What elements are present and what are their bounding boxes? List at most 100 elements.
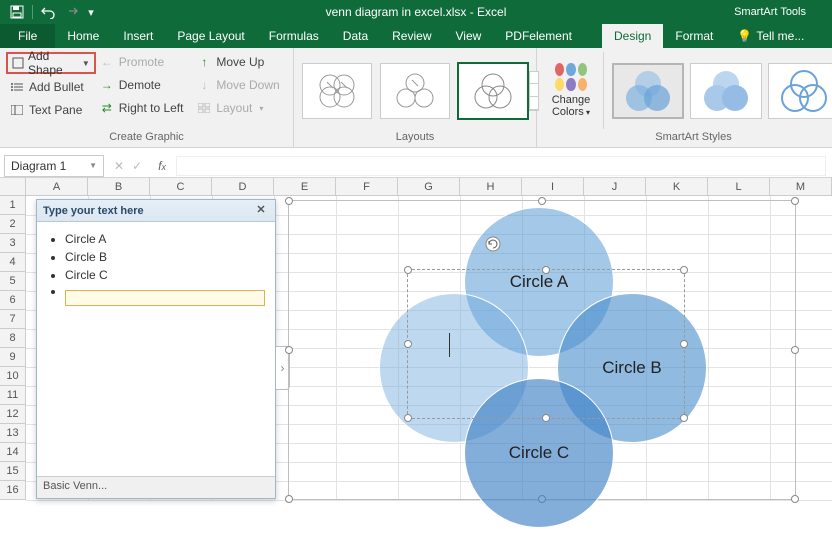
- col-header[interactable]: A: [26, 178, 88, 195]
- row-header[interactable]: 15: [0, 462, 26, 481]
- resize-handle[interactable]: [680, 414, 688, 422]
- row-header[interactable]: 6: [0, 291, 26, 310]
- row-header[interactable]: 11: [0, 386, 26, 405]
- row-header[interactable]: 13: [0, 424, 26, 443]
- row-header[interactable]: 1: [0, 196, 26, 215]
- row-header[interactable]: 9: [0, 348, 26, 367]
- col-header[interactable]: F: [336, 178, 398, 195]
- col-header[interactable]: D: [212, 178, 274, 195]
- resize-handle[interactable]: [542, 414, 550, 422]
- tab-design[interactable]: Design: [602, 24, 663, 48]
- cancel-icon[interactable]: ✕: [114, 159, 124, 173]
- layout-button[interactable]: Layout▾: [193, 98, 287, 118]
- row-header[interactable]: 14: [0, 443, 26, 462]
- style-option-2[interactable]: [690, 63, 762, 119]
- rotate-handle[interactable]: [484, 235, 502, 253]
- smartart-text-pane[interactable]: Type your text here ✕ Circle A Circle B …: [36, 199, 276, 499]
- add-shape-button[interactable]: Add Shape ▼: [6, 52, 96, 74]
- resize-handle[interactable]: [285, 197, 293, 205]
- layout-option-3[interactable]: [458, 63, 528, 119]
- fx-label[interactable]: fx: [158, 159, 166, 173]
- smartart-canvas[interactable]: Circle A Circle B Circle C: [288, 200, 796, 500]
- resize-handle[interactable]: [791, 197, 799, 205]
- move-down-button[interactable]: ↓Move Down: [193, 75, 287, 95]
- resize-handle[interactable]: [680, 340, 688, 348]
- row-header[interactable]: 5: [0, 272, 26, 291]
- right-to-left-button[interactable]: ⇄Right to Left: [96, 98, 194, 118]
- cells-area[interactable]: Type your text here ✕ Circle A Circle B …: [26, 196, 832, 500]
- tab-format[interactable]: Format: [663, 24, 725, 48]
- row-header[interactable]: 16: [0, 481, 26, 500]
- redo-button[interactable]: [61, 2, 83, 22]
- promote-button[interactable]: ←Promote: [96, 52, 194, 72]
- resize-handle[interactable]: [404, 340, 412, 348]
- col-header[interactable]: M: [770, 178, 832, 195]
- resize-handle[interactable]: [404, 414, 412, 422]
- resize-handle[interactable]: [542, 266, 550, 274]
- style-option-1[interactable]: [612, 63, 684, 119]
- layout-gallery-expand[interactable]: [529, 71, 539, 111]
- layout-option-2[interactable]: [380, 63, 450, 119]
- row-header[interactable]: 2: [0, 215, 26, 234]
- colors-icon: [555, 63, 587, 91]
- text-pane-item[interactable]: Circle C: [65, 266, 265, 284]
- title-bar: ▾ venn diagram in excel.xlsx - Excel Sma…: [0, 0, 832, 24]
- tab-page-layout[interactable]: Page Layout: [165, 24, 256, 48]
- resize-handle[interactable]: [791, 495, 799, 503]
- shape-selection[interactable]: [407, 269, 685, 419]
- qat-customize[interactable]: ▾: [85, 2, 97, 22]
- resize-handle[interactable]: [285, 495, 293, 503]
- text-pane-item[interactable]: Circle B: [65, 248, 265, 266]
- col-header[interactable]: J: [584, 178, 646, 195]
- enter-icon[interactable]: ✓: [132, 159, 142, 173]
- colors-label-1: Change: [552, 94, 591, 106]
- col-header[interactable]: E: [274, 178, 336, 195]
- text-pane-button[interactable]: Text Pane: [6, 100, 96, 120]
- resize-handle[interactable]: [538, 197, 546, 205]
- col-header[interactable]: B: [88, 178, 150, 195]
- col-header[interactable]: C: [150, 178, 212, 195]
- col-header[interactable]: L: [708, 178, 770, 195]
- ribbon-tabs: File Home Insert Page Layout Formulas Da…: [0, 24, 832, 48]
- row-header[interactable]: 4: [0, 253, 26, 272]
- move-up-button[interactable]: ↑Move Up: [193, 52, 287, 72]
- col-header[interactable]: H: [460, 178, 522, 195]
- tab-pdfelement[interactable]: PDFelement: [493, 24, 584, 48]
- row-header[interactable]: 8: [0, 329, 26, 348]
- row-header[interactable]: 12: [0, 405, 26, 424]
- tab-home[interactable]: Home: [55, 24, 111, 48]
- tab-data[interactable]: Data: [331, 24, 380, 48]
- text-pane-item-selected[interactable]: [65, 284, 265, 308]
- tab-insert[interactable]: Insert: [111, 24, 165, 48]
- tab-formulas[interactable]: Formulas: [257, 24, 331, 48]
- add-bullet-button[interactable]: Add Bullet: [6, 77, 96, 97]
- close-icon[interactable]: ✕: [253, 203, 269, 219]
- resize-handle[interactable]: [680, 266, 688, 274]
- undo-button[interactable]: [37, 2, 59, 22]
- tab-file[interactable]: File: [0, 24, 55, 48]
- col-header[interactable]: I: [522, 178, 584, 195]
- name-box[interactable]: Diagram 1 ▼: [4, 155, 104, 177]
- formula-bar[interactable]: [176, 156, 826, 176]
- style-option-3[interactable]: [768, 63, 832, 119]
- resize-handle[interactable]: [404, 266, 412, 274]
- row-header[interactable]: 3: [0, 234, 26, 253]
- demote-button[interactable]: →Demote: [96, 75, 194, 95]
- row-header[interactable]: 10: [0, 367, 26, 386]
- row-header[interactable]: 7: [0, 310, 26, 329]
- text-pane-body[interactable]: Circle A Circle B Circle C: [37, 222, 275, 476]
- tab-review[interactable]: Review: [380, 24, 443, 48]
- bulb-icon: 💡: [737, 29, 752, 43]
- resize-handle[interactable]: [285, 346, 293, 354]
- save-button[interactable]: [6, 2, 28, 22]
- select-all-corner[interactable]: [0, 178, 26, 195]
- tab-view[interactable]: View: [444, 24, 494, 48]
- layout-option-1[interactable]: [302, 63, 372, 119]
- text-pane-item[interactable]: Circle A: [65, 230, 265, 248]
- tell-me[interactable]: 💡 Tell me...: [725, 24, 816, 48]
- col-header[interactable]: G: [398, 178, 460, 195]
- col-header[interactable]: K: [646, 178, 708, 195]
- resize-handle[interactable]: [791, 346, 799, 354]
- change-colors-button[interactable]: ChangeColors ▾: [543, 52, 599, 129]
- text-pane-title: Type your text here: [43, 205, 144, 217]
